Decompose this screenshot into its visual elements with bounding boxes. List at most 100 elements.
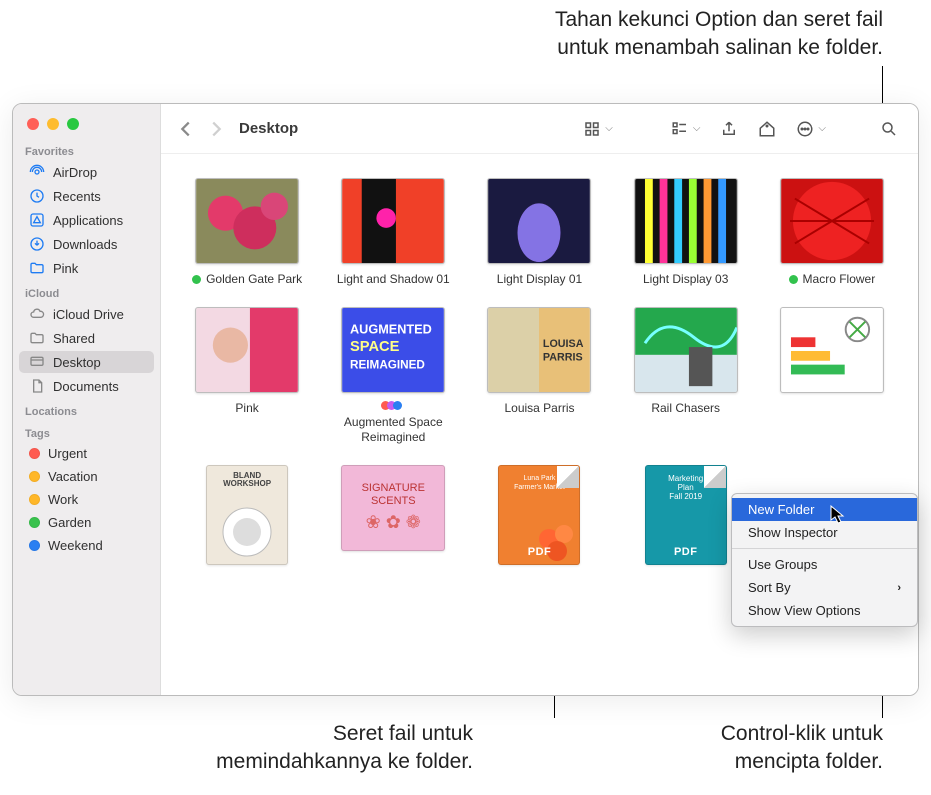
thumbnail: AUGMENTED SPACE REIMAGINED [341,307,445,393]
file-item[interactable]: Luna ParkFarmer's Market PDF [471,465,607,565]
sidebar-item-label: Recents [53,189,101,204]
ctx-item-show-view-options[interactable]: Show View Options [732,599,917,622]
clock-icon [29,188,45,204]
back-button[interactable] [175,118,197,140]
sidebar-item-label: Urgent [48,446,87,461]
ctx-item-sort-by[interactable]: Sort By › [732,576,917,599]
file-item[interactable]: AUGMENTED SPACE REIMAGINED Augmented Space… [325,307,461,445]
window-controls [13,104,160,138]
svg-text:PARRIS: PARRIS [543,352,583,364]
tag-dot-icon [789,275,798,284]
sidebar-item-icloud-drive[interactable]: iCloud Drive [19,303,154,325]
zoom-button[interactable] [67,118,79,130]
section-icloud: iCloud [13,280,160,302]
file-item[interactable] [764,307,900,445]
desktop-icon [29,354,45,370]
file-item[interactable]: Light and Shadow 01 [325,178,461,287]
sidebar-item-label: Pink [53,261,78,276]
sidebar-item-label: Garden [48,515,91,530]
file-item[interactable]: Pink [179,307,315,445]
thumbnail: LOUISAPARRIS [487,307,591,393]
ctx-item-show-inspector[interactable]: Show Inspector [732,521,917,544]
thumbnail [195,307,299,393]
close-button[interactable] [27,118,39,130]
sidebar-item-label: Vacation [48,469,98,484]
thumbnail [634,307,738,393]
thumbnail [780,307,884,393]
ctx-item-new-folder[interactable]: New Folder [732,498,917,521]
sidebar-tag-vacation[interactable]: Vacation [19,466,154,487]
sidebar: Favorites AirDrop Recents Applications D… [13,104,161,695]
svg-text:SPACE: SPACE [350,339,400,355]
svg-text:REIMAGINED: REIMAGINED [350,359,425,372]
sidebar-item-pink[interactable]: Pink [19,257,154,279]
svg-text:AUGMENTED: AUGMENTED [350,322,432,336]
thumbnail [634,178,738,264]
share-button[interactable] [714,115,744,143]
tag-dot-icon [29,517,40,528]
minimize-button[interactable] [47,118,59,130]
file-item[interactable]: BLANDWORKSHOP [179,465,315,565]
ctx-item-label: Show View Options [748,603,861,618]
sidebar-item-label: Work [48,492,78,507]
callout-bottom-right: Control-klik untuk mencipta folder. [721,720,883,777]
sidebar-item-label: Shared [53,331,95,346]
submenu-arrow-icon: › [897,582,901,594]
view-mode-button[interactable]: ⌵ [577,115,619,143]
section-tags: Tags [13,420,160,442]
pdf-badge: PDF [674,546,698,558]
sidebar-item-downloads[interactable]: Downloads [19,233,154,255]
download-icon [29,236,45,252]
thumbnail [341,178,445,264]
sidebar-item-documents[interactable]: Documents [19,375,154,397]
ctx-item-label: Sort By [748,580,791,595]
forward-button[interactable] [205,118,227,140]
sidebar-tag-work[interactable]: Work [19,489,154,510]
tag-dot-icon [29,540,40,551]
sidebar-tag-weekend[interactable]: Weekend [19,535,154,556]
sidebar-item-recents[interactable]: Recents [19,185,154,207]
file-label: Golden Gate Park [206,272,302,287]
thumbnail [487,178,591,264]
tags-button[interactable] [752,115,782,143]
section-locations: Locations [13,398,160,420]
file-item[interactable]: SIGNATURESCENTS❀ ✿ ❁ [325,465,461,565]
ctx-item-use-groups[interactable]: Use Groups [732,553,917,576]
ctx-item-label: Use Groups [748,557,817,572]
chevron-updown-icon: ⌵ [605,123,613,134]
file-label: Macro Flower [803,272,876,287]
sidebar-item-label: Downloads [53,237,117,252]
multi-tag-icon [384,401,402,410]
file-item[interactable]: Rail Chasers [618,307,754,445]
document-icon [29,378,45,394]
section-favorites: Favorites [13,138,160,160]
ctx-item-label: New Folder [748,502,814,517]
file-item[interactable]: Golden Gate Park [179,178,315,287]
tag-dot-icon [29,494,40,505]
folder-icon [29,260,45,276]
thumbnail [195,178,299,264]
sidebar-item-label: iCloud Drive [53,307,124,322]
sidebar-item-airdrop[interactable]: AirDrop [19,161,154,183]
file-item[interactable]: Light Display 03 [618,178,754,287]
file-label: Light Display 01 [497,272,582,287]
sidebar-item-shared[interactable]: Shared [19,327,154,349]
search-button[interactable] [874,115,904,143]
file-item[interactable]: Light Display 01 [471,178,607,287]
sidebar-item-desktop[interactable]: Desktop [19,351,154,373]
file-label: Augmented Space Reimagined [325,415,461,445]
sidebar-item-label: Documents [53,379,119,394]
more-actions-button[interactable]: ⌵ [790,115,832,143]
shared-folder-icon [29,330,45,346]
chevron-down-icon: ⌵ [693,123,701,134]
sidebar-tag-urgent[interactable]: Urgent [19,443,154,464]
ctx-item-label: Show Inspector [748,525,838,540]
group-button[interactable]: ⌵ [665,115,707,143]
pdf-badge: PDF [528,546,552,558]
thumbnail [780,178,884,264]
file-item[interactable]: Macro Flower [764,178,900,287]
callout-bottom-left: Seret fail untuk memindahkannya ke folde… [216,720,473,777]
file-item[interactable]: LOUISAPARRIS Louisa Parris [471,307,607,445]
sidebar-tag-garden[interactable]: Garden [19,512,154,533]
sidebar-item-applications[interactable]: Applications [19,209,154,231]
